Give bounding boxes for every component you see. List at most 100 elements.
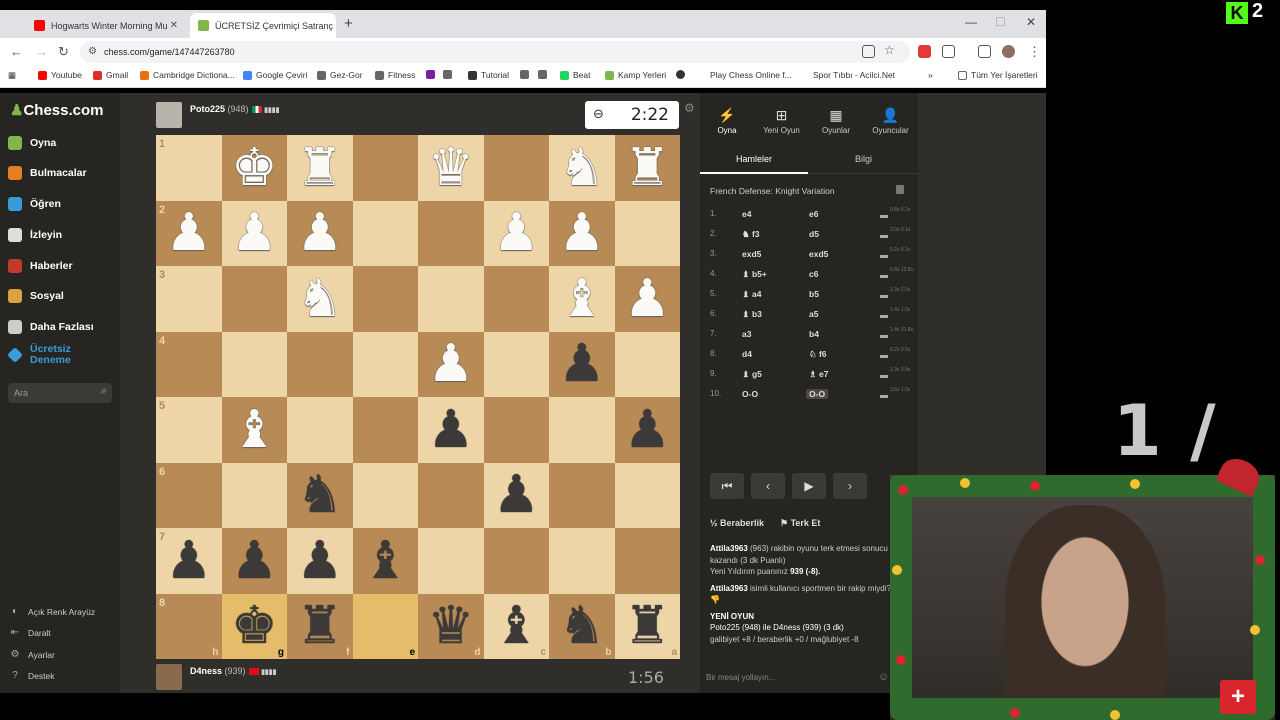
square[interactable] (221, 266, 287, 332)
chat-input[interactable]: Bir mesaj yollayın... (706, 673, 775, 682)
square[interactable]: ♜ (287, 135, 353, 201)
square[interactable]: ♟ (287, 528, 353, 594)
all-bookmarks[interactable]: Tüm Yer İşaretleri (958, 70, 1038, 80)
sidebar-bottom-item[interactable]: ? Destek (10, 671, 54, 682)
chess-board[interactable]: 1 ♚ ♜ ♛ ♞ ♜ 2 ♟ ♟ ♟ ♟ ♟ 3 ♞ ♝ ♟ 4 ♟ ♟ 5 ♝ ♟ ♟ 6 ♞ ♟ 7 ♟ ♟ ♟ ♝ 8 h g ♚ f ♜ e d ♛… (156, 135, 680, 659)
white-move[interactable]: O-O (742, 389, 758, 399)
play-button[interactable]: ▶ (792, 473, 826, 499)
square[interactable] (352, 135, 418, 201)
square[interactable] (418, 266, 484, 332)
black-move[interactable]: exd5 (809, 249, 828, 259)
panel-tab-3[interactable]: ▦ Oyunlar (809, 107, 863, 135)
black-knight-icon[interactable]: ♞ (558, 600, 605, 652)
square[interactable] (614, 528, 680, 594)
square[interactable]: ♟ (614, 266, 680, 332)
white-bishop-icon[interactable]: ♝ (231, 404, 278, 456)
square[interactable]: a ♜ (614, 593, 680, 659)
extensions-icon[interactable] (942, 45, 955, 58)
bookmark-folder-gezgor[interactable]: Gez-Gor (317, 70, 363, 80)
white-pawn-icon[interactable]: ♟ (231, 207, 278, 259)
menu-icon[interactable]: ⋮ (1028, 44, 1041, 60)
thumbs-down-icon[interactable]: 👎 (710, 595, 720, 604)
logo[interactable]: ♟Chess.com (10, 101, 104, 119)
square[interactable]: ♞ (549, 135, 615, 201)
white-move[interactable]: ♝ a4 (742, 289, 761, 300)
white-move[interactable]: ♞ f3 (742, 229, 760, 240)
square[interactable]: e (352, 593, 418, 659)
previous-move-button[interactable]: ‹ (751, 473, 785, 499)
square[interactable] (352, 266, 418, 332)
square[interactable]: ♟ (483, 200, 549, 266)
smile-icon[interactable]: ☺ (878, 671, 889, 683)
url-field[interactable]: ⚙ chess.com/game/147447263780 (80, 41, 910, 63)
black-move[interactable]: b5 (809, 289, 819, 299)
square[interactable]: ♟ (549, 200, 615, 266)
square[interactable]: ♛ (418, 135, 484, 201)
square[interactable] (418, 528, 484, 594)
sidebar-item-2[interactable]: Bulmacalar (8, 163, 87, 183)
black-move[interactable]: a5 (809, 309, 818, 319)
player-username[interactable]: D4ness (190, 666, 222, 676)
bookmark-folder[interactable] (426, 70, 439, 79)
tab-info[interactable]: Bilgi (855, 154, 872, 164)
square[interactable]: ♟ (418, 331, 484, 397)
white-pawn-icon[interactable]: ♟ (493, 207, 540, 259)
next-move-button[interactable]: › (833, 473, 867, 499)
first-move-button[interactable]: ⏮ (710, 473, 744, 499)
square[interactable] (483, 266, 549, 332)
white-pawn-icon[interactable]: ♟ (165, 207, 212, 259)
square[interactable] (483, 135, 549, 201)
square[interactable] (287, 331, 353, 397)
sidebar-item-1[interactable]: Oyna (8, 133, 56, 153)
black-move[interactable]: O-O (806, 389, 829, 399)
black-move[interactable]: e6 (809, 209, 818, 219)
square[interactable]: ♟ (549, 331, 615, 397)
square[interactable]: b ♞ (549, 593, 615, 659)
square[interactable]: 1 (156, 135, 222, 201)
square[interactable]: ♟ (614, 397, 680, 463)
square[interactable]: 3 (156, 266, 222, 332)
square[interactable]: 4 (156, 331, 222, 397)
square[interactable]: ♝ (352, 528, 418, 594)
bookmark-app[interactable] (538, 70, 551, 79)
black-move[interactable]: d5 (809, 229, 819, 239)
black-pawn-icon[interactable]: ♟ (231, 535, 278, 587)
white-bishop-icon[interactable]: ♝ (558, 273, 605, 325)
black-move[interactable]: ♘ f6 (809, 349, 827, 360)
square[interactable] (221, 462, 287, 528)
square[interactable]: 6 (156, 462, 222, 528)
site-info-icon[interactable]: ⚙ (88, 46, 97, 57)
white-rook-icon[interactable]: ♜ (624, 142, 671, 194)
sidebar-item-6[interactable]: Sosyal (8, 286, 64, 306)
chat-user[interactable]: Attila3963 (710, 584, 748, 593)
black-pawn-icon[interactable]: ♟ (493, 469, 540, 521)
square[interactable] (287, 397, 353, 463)
white-knight-icon[interactable]: ♞ (296, 273, 343, 325)
square[interactable]: 2 ♟ (156, 200, 222, 266)
square[interactable]: c ♝ (483, 593, 549, 659)
tab-moves[interactable]: Hamleler (736, 154, 772, 164)
player-name[interactable]: D4ness (939) ▮▮▮▮ (190, 666, 277, 676)
black-move[interactable]: ♗ e7 (809, 369, 828, 380)
tab-chess[interactable]: ÜCRETSİZ Çevrimiçi Satranç 🔊 ✕ (190, 13, 336, 38)
square[interactable] (614, 200, 680, 266)
white-move[interactable]: exd5 (742, 249, 761, 259)
square[interactable] (418, 200, 484, 266)
square[interactable]: ♞ (287, 462, 353, 528)
square[interactable]: ♟ (287, 200, 353, 266)
square[interactable] (352, 397, 418, 463)
black-move[interactable]: b4 (809, 329, 819, 339)
sidebar-bottom-item[interactable]: ⇤ Daralt (10, 628, 51, 639)
black-rook-icon[interactable]: ♜ (296, 600, 343, 652)
square[interactable] (614, 331, 680, 397)
square[interactable]: ♚ (221, 135, 287, 201)
square[interactable] (352, 462, 418, 528)
sidebar-item-7[interactable]: Daha Fazlası (8, 317, 94, 337)
square[interactable] (418, 462, 484, 528)
white-king-icon[interactable]: ♚ (231, 142, 278, 194)
square[interactable] (483, 528, 549, 594)
gear-icon[interactable]: ⚙ (684, 101, 695, 115)
bookmark-folder-kamp[interactable]: Kamp Yerleri (605, 70, 666, 80)
square[interactable]: g ♚ (221, 593, 287, 659)
square[interactable]: 8h (156, 593, 222, 659)
